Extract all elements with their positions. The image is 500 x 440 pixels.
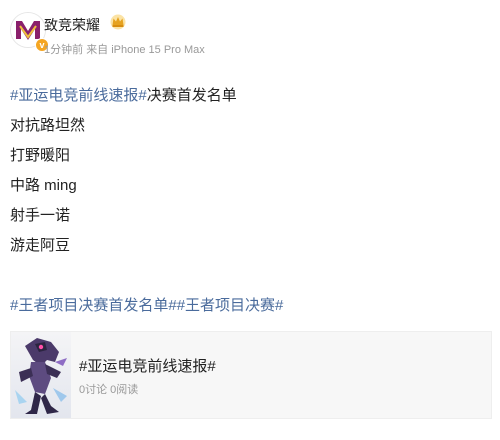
lineup-jungle: 打野暖阳 xyxy=(10,147,71,164)
hashtag-link[interactable]: #王者项目决赛# xyxy=(177,297,284,314)
post-text: 决赛首发名单 xyxy=(146,87,237,104)
crown-icon xyxy=(110,14,126,30)
post-header: v 致竞荣耀 1分钟前 来自 iPhone 15 Pro Max xyxy=(10,10,490,56)
post-time[interactable]: 1分钟前 xyxy=(44,44,83,56)
lineup-mid: 中路 ming xyxy=(10,177,77,194)
post-meta: 1分钟前 来自 iPhone 15 Pro Max xyxy=(44,41,205,57)
card-stats: 0讨论 0阅读 xyxy=(79,384,139,396)
game-hero-thumbnail xyxy=(11,332,71,418)
post-source: 来自 iPhone 15 Pro Max xyxy=(86,44,205,56)
lineup-support: 游走阿豆 xyxy=(10,237,71,254)
topic-card[interactable]: #亚运电竞前线速报# 0讨论 0阅读 xyxy=(10,331,492,419)
hashtag-link[interactable]: #亚运电竞前线速报# xyxy=(10,87,147,104)
lineup-top: 对抗路坦然 xyxy=(10,117,86,134)
post-line-hashtags: #王者项目决赛首发名单##王者项目决赛# xyxy=(10,291,490,321)
author-name[interactable]: 致竞荣耀 xyxy=(44,15,100,35)
lineup-adc: 射手一诺 xyxy=(10,207,71,224)
hashtag-link[interactable]: #王者项目决赛首发名单# xyxy=(10,297,177,314)
post-line-title: #亚运电竞前线速报#决赛首发名单 xyxy=(10,81,490,111)
post-content: #亚运电竞前线速报#决赛首发名单 对抗路坦然 打野暖阳 中路 ming 射手一诺… xyxy=(10,81,490,321)
card-title[interactable]: #亚运电竞前线速报# xyxy=(79,355,216,376)
card-thumbnail xyxy=(11,332,71,418)
